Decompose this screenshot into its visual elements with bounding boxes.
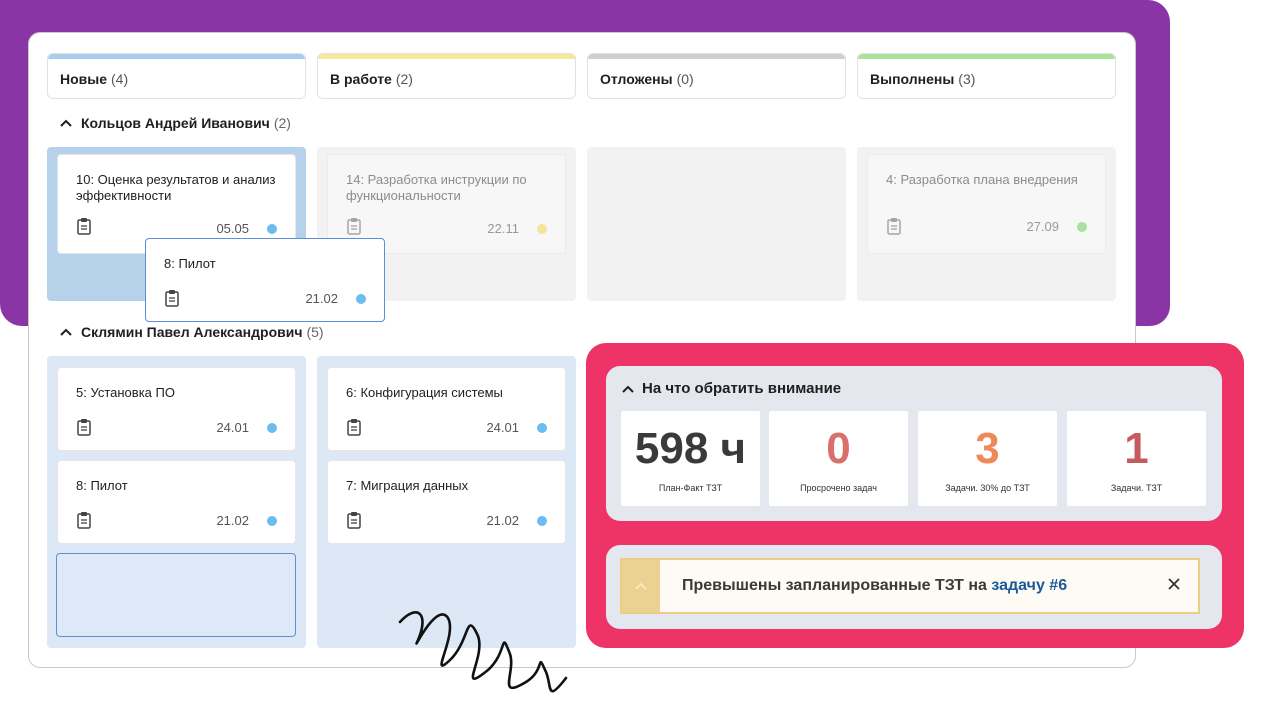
task-date: 22.11 (487, 221, 519, 236)
task-date: 05.05 (216, 221, 249, 236)
task-title: 14: Разработка инструкции по функциональ… (346, 172, 527, 203)
alert-banner: Превышены запланированные ТЗТ на задачу … (620, 558, 1200, 614)
attention-title: На что обратить внимание (642, 380, 842, 397)
metric-value: 0 (826, 424, 851, 473)
chevron-up-icon[interactable] (59, 325, 73, 339)
column-header-new[interactable]: Новые (4) (47, 53, 306, 99)
column-header-done[interactable]: Выполнены (3) (857, 53, 1116, 99)
clipboard-icon (347, 218, 361, 235)
task-date: 27.09 (1026, 219, 1059, 234)
status-dot (1077, 222, 1087, 232)
task-card[interactable]: 5: Установка ПО 24.01 (57, 367, 296, 451)
metric-value: 3 (975, 424, 1000, 473)
task-title: 7: Миграция данных (346, 478, 469, 493)
column-stripe (318, 54, 575, 59)
lane-postponed-koltsov[interactable] (587, 147, 846, 301)
task-title: 4: Разработка плана внедрения (886, 172, 1078, 187)
group-header-sklyamin[interactable]: Склямин Павел Александрович (5) (59, 324, 324, 340)
dragged-task-card[interactable]: 8: Пилот 21.02 (145, 238, 385, 322)
column-title: Выполнены (3) (870, 71, 976, 87)
column-stripe (858, 54, 1115, 59)
metric-overdue[interactable]: 0 Просрочено задач (769, 411, 908, 506)
chevron-up-icon[interactable] (622, 383, 634, 395)
drop-placeholder[interactable] (56, 553, 296, 637)
clipboard-icon (77, 218, 91, 235)
task-title: 6: Конфигурация системы (346, 385, 503, 400)
metric-tzt[interactable]: 1 Задачи. ТЗТ (1067, 411, 1206, 506)
metric-value: 598 ч (634, 424, 747, 473)
status-dot (537, 516, 547, 526)
alert-widget: Превышены запланированные ТЗТ на задачу … (606, 545, 1222, 629)
task-date: 24.01 (216, 420, 249, 435)
attention-widget: На что обратить внимание 598 ч План-Факт… (606, 366, 1222, 521)
column-stripe (48, 54, 305, 59)
group-header-koltsov[interactable]: Кольцов Андрей Иванович (2) (59, 115, 291, 131)
lane-new-sklyamin[interactable]: 5: Установка ПО 24.01 8: Пилот 21.02 (47, 356, 306, 648)
attention-panel-backdrop: На что обратить внимание 598 ч План-Факт… (586, 343, 1244, 648)
column-header-in-progress[interactable]: В работе (2) (317, 53, 576, 99)
task-date: 21.02 (305, 291, 338, 306)
metric-label: Задачи. ТЗТ (1110, 483, 1163, 493)
column-stripe (588, 54, 845, 59)
chevron-up-icon[interactable] (59, 116, 73, 130)
close-icon[interactable] (1166, 576, 1182, 592)
status-dot (267, 224, 277, 234)
clipboard-icon (77, 419, 91, 436)
group-name: Склямин Павел Александрович (5) (81, 324, 324, 340)
clipboard-icon (887, 218, 901, 235)
clipboard-icon (347, 419, 361, 436)
clipboard-icon (347, 512, 361, 529)
column-title: Отложены (0) (600, 71, 694, 87)
status-dot (537, 224, 547, 234)
group-name: Кольцов Андрей Иванович (2) (81, 115, 291, 131)
metric-plan-fact[interactable]: 598 ч План-Факт ТЗТ (621, 411, 760, 506)
task-title: 10: Оценка результатов и анализ эффектив… (76, 172, 276, 203)
squiggle-decoration (398, 611, 568, 693)
metric-value: 1 (1124, 424, 1149, 473)
task-title: 8: Пилот (164, 256, 216, 271)
column-title: В работе (2) (330, 71, 413, 87)
task-date: 24.01 (486, 420, 519, 435)
chevron-up-icon[interactable] (634, 580, 648, 592)
task-date: 21.02 (216, 513, 249, 528)
metric-label: Просрочено задач (800, 483, 877, 493)
attention-header[interactable]: На что обратить внимание (622, 380, 841, 397)
task-title: 5: Установка ПО (76, 385, 175, 400)
task-link[interactable]: задачу #6 (991, 577, 1067, 594)
lane-done-koltsov[interactable]: 4: Разработка плана внедрения 27.09 (857, 147, 1116, 301)
metric-label: Задачи. 30% до ТЗТ (945, 483, 1030, 493)
task-date: 21.02 (486, 513, 519, 528)
status-dot (267, 423, 277, 433)
task-card[interactable]: 8: Пилот 21.02 (57, 460, 296, 544)
column-header-postponed[interactable]: Отложены (0) (587, 53, 846, 99)
clipboard-icon (77, 512, 91, 529)
task-card[interactable]: 7: Миграция данных 21.02 (327, 460, 566, 544)
metric-label: План-Факт ТЗТ (658, 483, 723, 493)
column-title: Новые (4) (60, 71, 129, 87)
clipboard-icon (165, 290, 179, 307)
task-title: 8: Пилот (76, 478, 128, 493)
alert-toggle[interactable] (622, 560, 660, 612)
status-dot (537, 423, 547, 433)
metric-30-percent[interactable]: 3 Задачи. 30% до ТЗТ (918, 411, 1057, 506)
status-dot (356, 294, 366, 304)
task-card[interactable]: 4: Разработка плана внедрения 27.09 (867, 154, 1106, 254)
task-card[interactable]: 6: Конфигурация системы 24.01 (327, 367, 566, 451)
status-dot (267, 516, 277, 526)
alert-message: Превышены запланированные ТЗТ на задачу … (682, 577, 1068, 594)
